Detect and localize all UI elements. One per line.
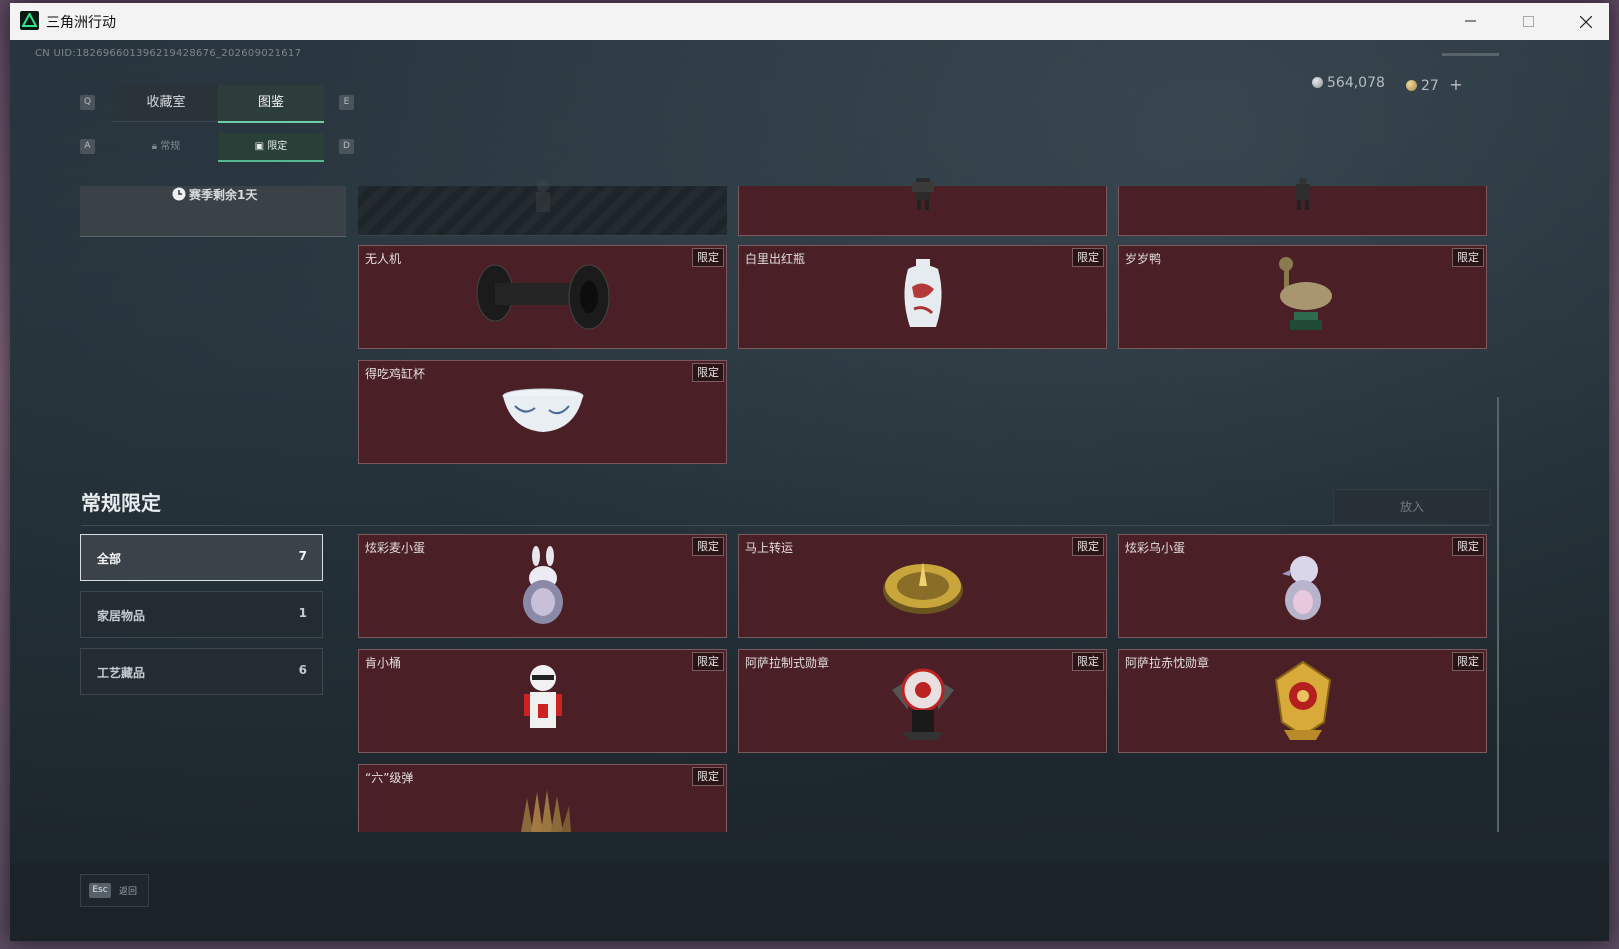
key-hint-d: D: [339, 139, 354, 154]
asala-devotion-medal-icon: [1274, 660, 1331, 740]
silver-currency: 564,078: [1312, 75, 1385, 91]
section-title: 常规限定: [81, 491, 161, 515]
esc-key-hint: Esc: [89, 883, 111, 898]
minimize-button[interactable]: [1442, 3, 1500, 40]
limited-badge: 限定: [1452, 248, 1484, 267]
close-button[interactable]: [1557, 3, 1609, 40]
bowl-icon: [502, 388, 583, 432]
limited-badge: 限定: [692, 363, 724, 382]
limited-badge: 限定: [692, 767, 724, 786]
drone-icon: [476, 264, 609, 330]
limited-badge: 限定: [1452, 537, 1484, 556]
limited-badge: 限定: [1452, 652, 1484, 671]
collection-card[interactable]: 阿萨拉制式勋章 限定: [738, 649, 1107, 753]
back-button[interactable]: Esc 返回: [80, 874, 149, 907]
back-label: 返回: [119, 887, 138, 897]
game-window: 三角洲行动 CN UID:182696601396219428676_20260…: [10, 3, 1609, 941]
lock-icon: 🔒︎: [151, 141, 158, 152]
collection-card[interactable]: 马上转运 限定: [738, 534, 1107, 638]
key-hint-q: Q: [80, 95, 95, 110]
key-hint-a: A: [80, 139, 95, 154]
tab-limited[interactable]: ▣ 限定: [218, 133, 324, 162]
collection-card[interactable]: 肯小桶 限定: [358, 649, 727, 753]
collection-card[interactable]: “六”级弹 限定: [358, 764, 727, 832]
window-title: 三角洲行动: [46, 15, 116, 31]
collection-card[interactable]: 无人机 限定: [358, 245, 727, 349]
bucket-figure-icon: [523, 665, 562, 728]
section-divider: [81, 525, 1489, 526]
collection-card-locked[interactable]: [358, 180, 727, 236]
key-hint-e: E: [339, 95, 354, 110]
main-content: CN UID:182696601396219428676_20260902161…: [10, 40, 1609, 941]
season-remaining-label: 赛季剩余1天: [189, 188, 258, 202]
limited-badge: 限定: [692, 248, 724, 267]
app-logo-icon: [20, 11, 39, 30]
tab-catalog[interactable]: 图鉴: [218, 85, 324, 123]
filter-craft-collectibles[interactable]: 工艺藏品 6: [80, 648, 323, 695]
crow-egg-icon: [1281, 556, 1321, 620]
add-currency-button[interactable]: +: [1449, 75, 1462, 94]
figure-silhouette-icon: [535, 180, 550, 212]
vase-icon: [903, 259, 942, 327]
maximize-button[interactable]: [1500, 3, 1558, 40]
clock-icon: [172, 187, 186, 201]
compass-wheel-icon: [882, 562, 963, 614]
user-uid: CN UID:182696601396219428676_20260902161…: [35, 48, 302, 59]
top-indicator: [1442, 53, 1499, 56]
silver-coin-icon: [1312, 77, 1323, 88]
limited-badge: 限定: [1072, 652, 1104, 671]
filter-home-items[interactable]: 家居物品 1: [80, 591, 323, 638]
limited-badge: 限定: [692, 537, 724, 556]
soldier-figure-icon: [911, 178, 934, 210]
collection-card[interactable]: 岁岁鸭 限定: [1118, 245, 1487, 349]
bullets-icon: [520, 790, 571, 832]
image-icon: ▣: [254, 141, 265, 152]
collection-card[interactable]: 阿萨拉赤忱勋章 限定: [1118, 649, 1487, 753]
gold-currency: 27 +: [1406, 75, 1463, 94]
rabbit-egg-icon: [522, 546, 563, 624]
collection-card[interactable]: 白里出红瓶 限定: [738, 245, 1107, 349]
collection-card-partial[interactable]: [738, 178, 1107, 236]
tab-regular[interactable]: 🔒︎ 常规: [113, 133, 219, 160]
duck-icon: [1278, 256, 1332, 330]
tab-collection-room[interactable]: 收藏室: [113, 85, 219, 122]
put-in-button[interactable]: 放入: [1333, 489, 1491, 525]
gold-coin-icon: [1406, 80, 1417, 91]
season-remaining-panel: 赛季剩余1天: [80, 186, 346, 237]
limited-badge: 限定: [1072, 537, 1104, 556]
filter-all[interactable]: 全部 7: [80, 534, 323, 581]
collection-card[interactable]: 得吃鸡缸杯 限定: [358, 360, 727, 464]
title-bar: 三角洲行动: [10, 3, 1609, 40]
scrollbar-thumb[interactable]: [1497, 397, 1499, 832]
soldier-figure-icon: [1295, 178, 1310, 210]
footer-bar: [10, 863, 1609, 941]
limited-badge: 限定: [692, 652, 724, 671]
collection-card[interactable]: 炫彩乌小蛋 限定: [1118, 534, 1487, 638]
asala-standard-medal-icon: [891, 668, 954, 740]
collection-card-partial[interactable]: [1118, 178, 1487, 236]
collection-card[interactable]: 炫彩麦小蛋 限定: [358, 534, 727, 638]
limited-badge: 限定: [1072, 248, 1104, 267]
